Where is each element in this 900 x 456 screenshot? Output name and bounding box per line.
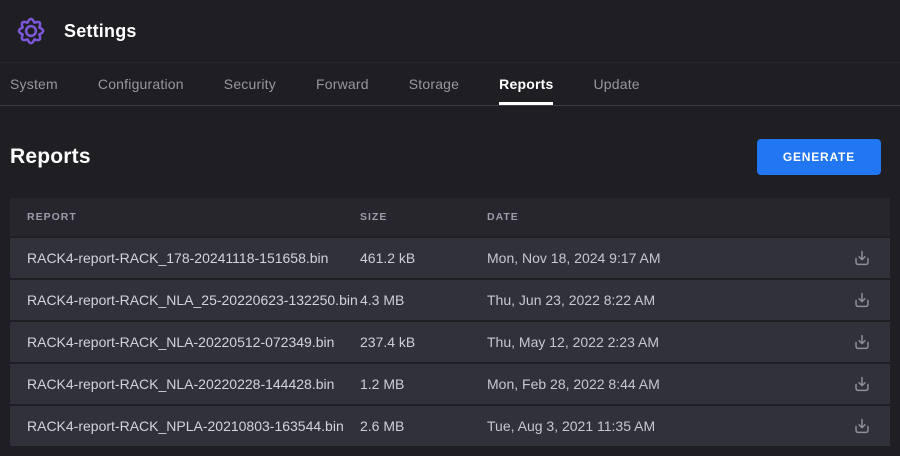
gear-icon [14,14,48,48]
report-size: 461.2 kB [360,250,487,266]
tab-storage[interactable]: Storage [409,63,459,105]
tab-reports[interactable]: Reports [499,63,553,105]
report-filename: RACK4-report-RACK_NLA_25-20220623-132250… [27,292,360,308]
download-button[interactable] [849,413,875,439]
generate-button[interactable]: GENERATE [757,139,881,175]
download-icon [851,415,873,437]
report-date: Mon, Feb 28, 2022 8:44 AM [487,376,834,392]
page-title: Settings [64,21,137,42]
download-button[interactable] [849,329,875,355]
report-filename: RACK4-report-RACK_NPLA-20210803-163544.b… [27,418,360,434]
reports-section-header: Reports GENERATE [0,106,900,198]
tab-configuration[interactable]: Configuration [98,63,184,105]
tab-bar: System Configuration Security Forward St… [0,62,900,106]
report-date: Mon, Nov 18, 2024 9:17 AM [487,250,834,266]
tab-update[interactable]: Update [593,63,639,105]
report-filename: RACK4-report-RACK_178-20241118-151658.bi… [27,250,360,266]
table-row: RACK4-report-RACK_NLA-20220228-144428.bi… [10,364,890,404]
section-title: Reports [10,145,91,169]
download-icon [851,373,873,395]
report-size: 237.4 kB [360,334,487,350]
download-icon [851,331,873,353]
column-header-date: DATE [487,211,834,223]
settings-page: Settings System Configuration Security F… [0,0,900,456]
download-button[interactable] [849,245,875,271]
reports-table: REPORT SIZE DATE RACK4-report-RACK_178-2… [10,198,890,446]
report-size: 4.3 MB [360,292,487,308]
download-icon [851,289,873,311]
table-row: RACK4-report-RACK_178-20241118-151658.bi… [10,238,890,278]
report-filename: RACK4-report-RACK_NLA-20220512-072349.bi… [27,334,360,350]
download-button[interactable] [849,287,875,313]
report-size: 1.2 MB [360,376,487,392]
report-filename: RACK4-report-RACK_NLA-20220228-144428.bi… [27,376,360,392]
report-date: Thu, Jun 23, 2022 8:22 AM [487,292,834,308]
tab-security[interactable]: Security [224,63,276,105]
column-header-report: REPORT [27,211,360,223]
page-header: Settings [0,0,900,62]
table-row: RACK4-report-RACK_NLA_25-20220623-132250… [10,280,890,320]
download-icon [851,247,873,269]
table-row: RACK4-report-RACK_NPLA-20210803-163544.b… [10,406,890,446]
table-header-row: REPORT SIZE DATE [10,198,890,236]
download-button[interactable] [849,371,875,397]
report-date: Tue, Aug 3, 2021 11:35 AM [487,418,834,434]
report-size: 2.6 MB [360,418,487,434]
tab-system[interactable]: System [10,63,58,105]
report-date: Thu, May 12, 2022 2:23 AM [487,334,834,350]
tab-forward[interactable]: Forward [316,63,369,105]
table-row: RACK4-report-RACK_NLA-20220512-072349.bi… [10,322,890,362]
column-header-size: SIZE [360,211,487,223]
